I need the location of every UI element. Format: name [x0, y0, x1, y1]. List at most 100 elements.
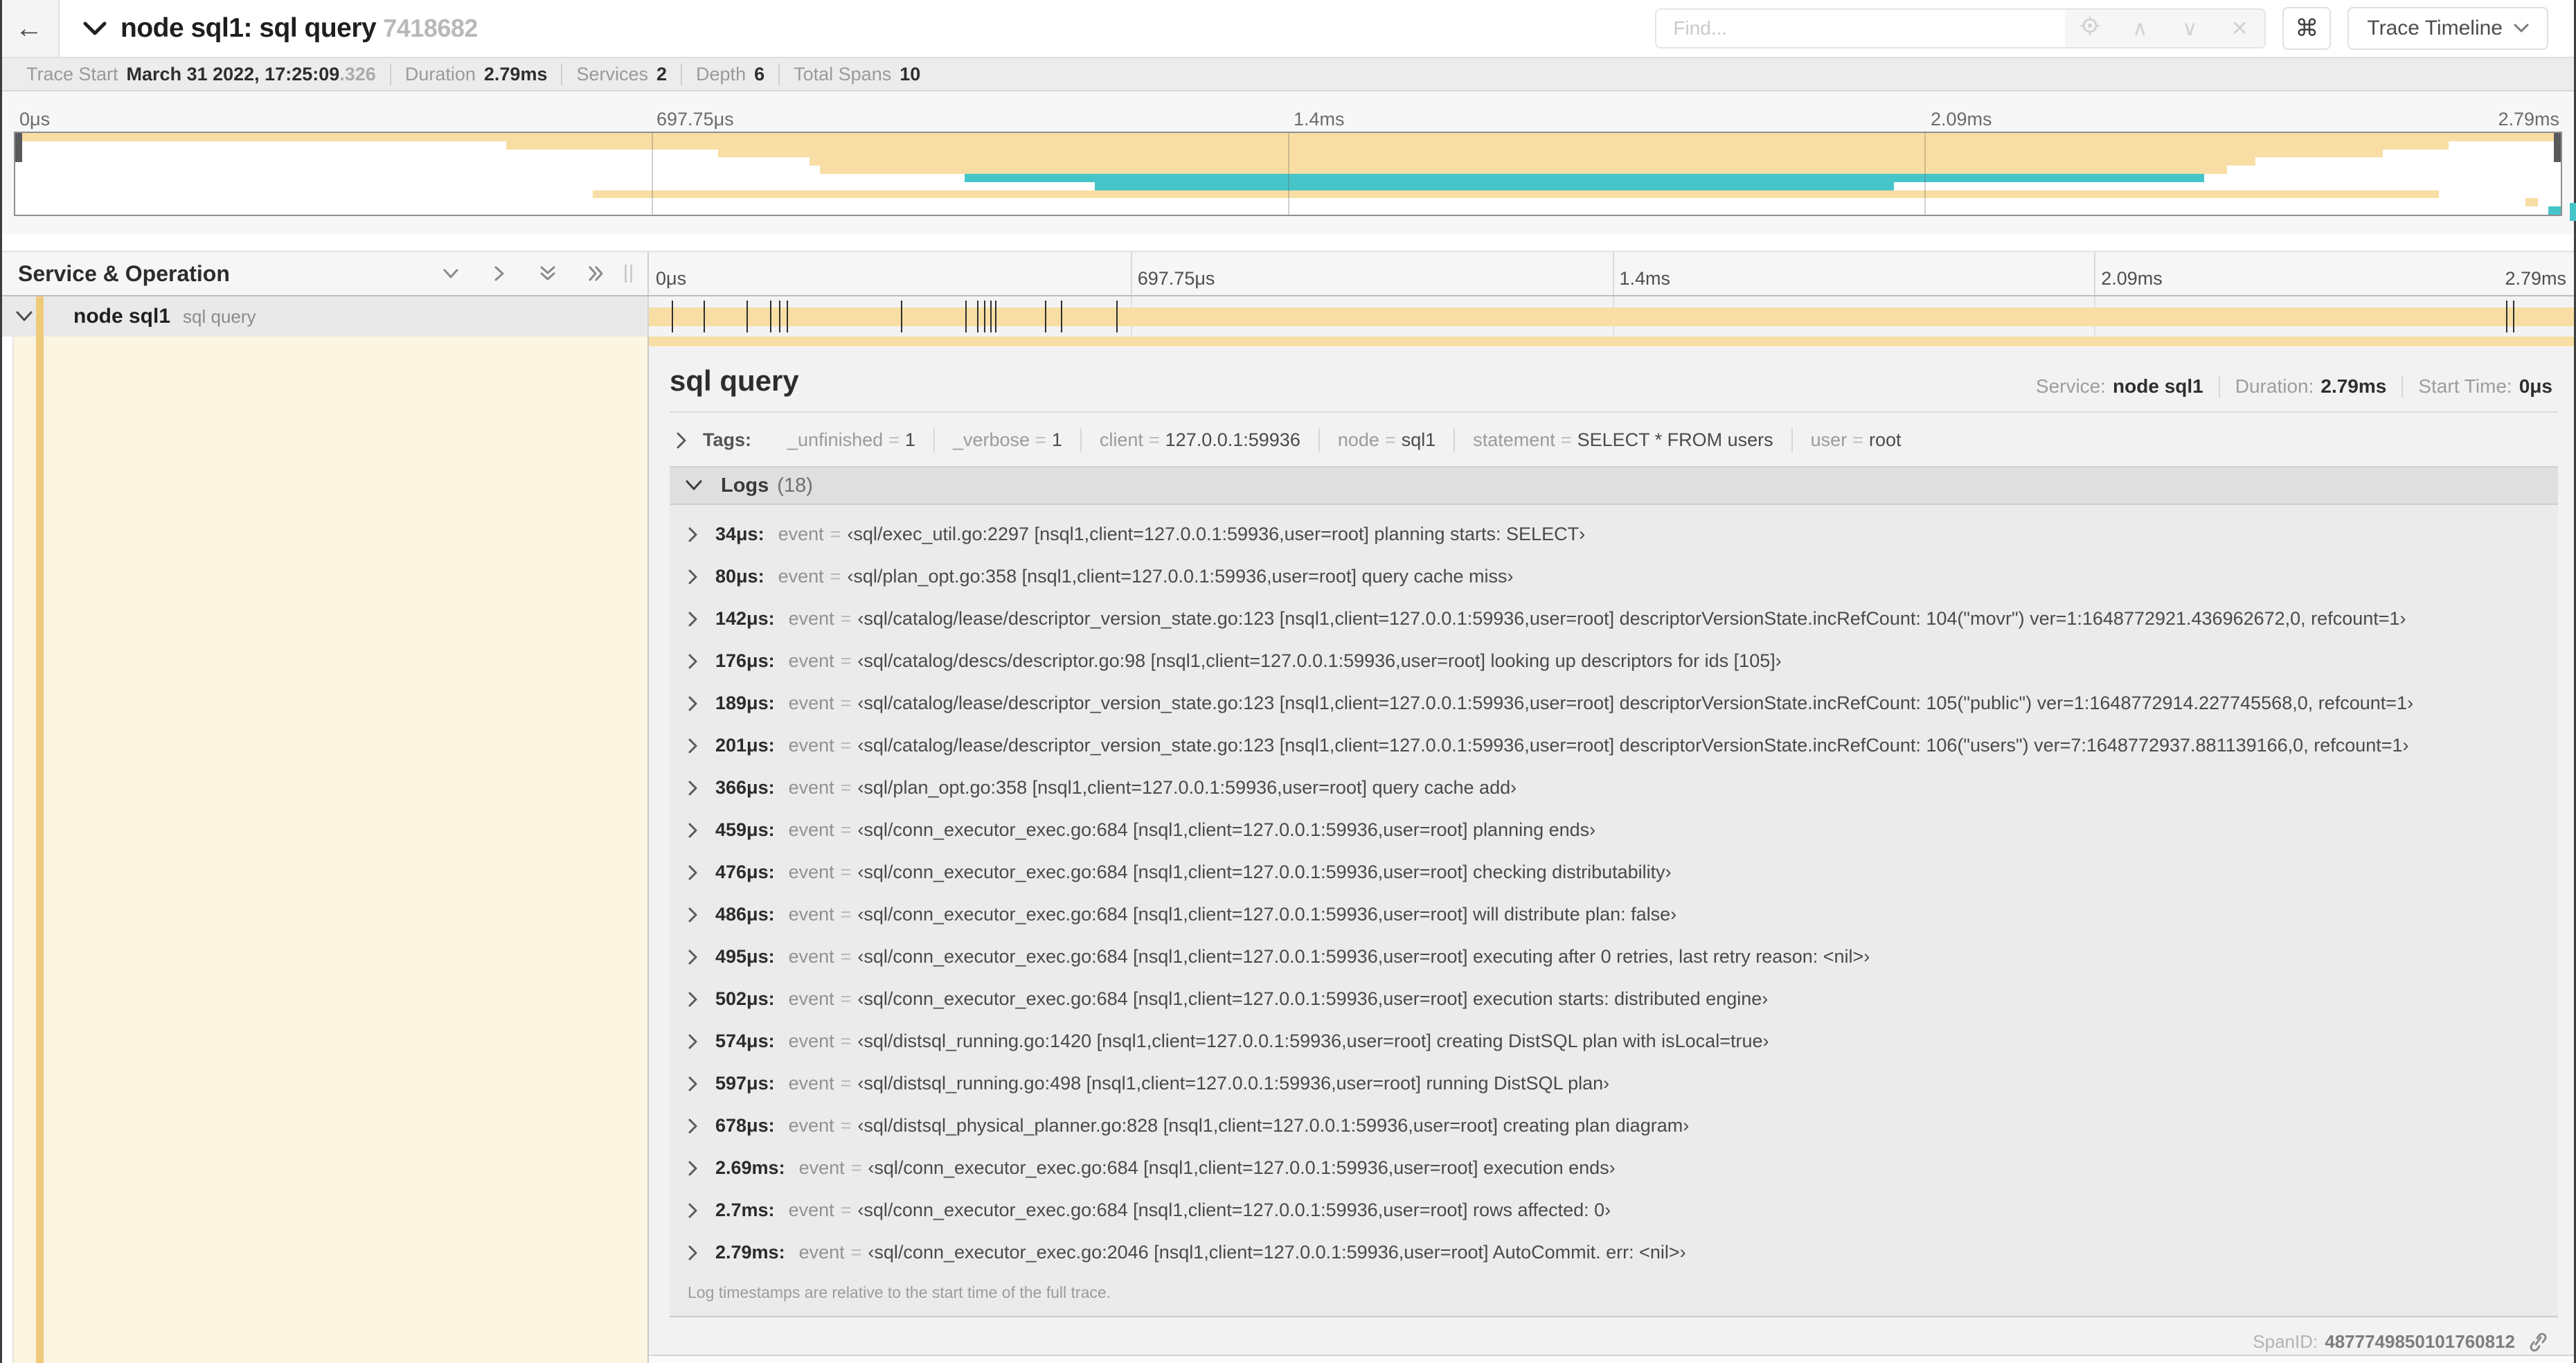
tags-list: _unfinished = 1 _verbose = 1 client = 127.0.0.1:… — [769, 428, 1919, 452]
axis-tick-label: 2.09ms — [1931, 109, 1992, 130]
log-field-value: ‹sql/plan_opt.go:358 [nsql1,client=127.0… — [857, 777, 1517, 798]
expand-all-icon[interactable] — [586, 263, 607, 284]
log-expand-chevron-icon[interactable] — [688, 569, 699, 585]
log-timestamp: 2.69ms: — [715, 1157, 785, 1178]
log-expand-chevron-icon[interactable] — [688, 611, 699, 627]
log-expand-chevron-icon[interactable] — [688, 907, 699, 923]
log-row[interactable]: 2.79ms: event = ‹sql/conn_executor_exec.go:… — [670, 1231, 2558, 1274]
log-expand-chevron-icon[interactable] — [688, 864, 699, 881]
log-expand-chevron-icon[interactable] — [688, 1160, 699, 1177]
minimap-left-scrubber-handle[interactable] — [15, 133, 22, 162]
log-row[interactable]: 34μs: event = ‹sql/exec_util.go:2297 [nsql1… — [670, 513, 2558, 555]
clear-search-icon[interactable]: ✕ — [2226, 17, 2253, 41]
stat-value: 6 — [754, 63, 765, 84]
log-row[interactable]: 486μs: event = ‹sql/conn_executor_exec.go:6… — [670, 893, 2558, 936]
log-expand-chevron-icon[interactable] — [688, 738, 699, 754]
locate-icon[interactable] — [2076, 15, 2104, 42]
log-field-key: event — [788, 904, 834, 925]
tag-item[interactable]: statement = SELECT * FROM users — [1454, 428, 1791, 452]
log-row[interactable]: 476μs: event = ‹sql/conn_executor_exec.go:6… — [670, 851, 2558, 893]
log-event-tick — [703, 301, 705, 332]
tag-value: 127.0.0.1:59936 — [1165, 429, 1300, 450]
log-expand-chevron-icon[interactable] — [688, 780, 699, 796]
back-button[interactable]: ← — [0, 0, 60, 57]
deep-link-icon[interactable] — [2528, 1332, 2548, 1353]
log-expand-chevron-icon[interactable] — [688, 1202, 699, 1219]
log-row[interactable]: 502μs: event = ‹sql/conn_executor_exec.go:6… — [670, 978, 2558, 1020]
log-expand-chevron-icon[interactable] — [688, 526, 699, 543]
log-row[interactable]: 80μs: event = ‹sql/plan_opt.go:358 [nsql1,c… — [670, 555, 2558, 598]
log-row[interactable]: 201μs: event = ‹sql/catalog/lease/descripto… — [670, 724, 2558, 767]
minimap-gridline — [1924, 133, 1926, 215]
next-result-icon[interactable]: ∨ — [2176, 17, 2203, 41]
find-group: ∧ ∨ ✕ — [1655, 8, 2266, 48]
log-event-tick — [2506, 301, 2508, 332]
log-row[interactable]: 189μs: event = ‹sql/catalog/lease/descripto… — [670, 682, 2558, 724]
tag-key: user — [1810, 429, 1848, 450]
log-row[interactable]: 495μs: event = ‹sql/conn_executor_exec.go:6… — [670, 936, 2558, 978]
span-service-name: node sql1 — [73, 305, 171, 328]
equals-sign: = — [1852, 429, 1863, 450]
minimap-span-bar — [809, 157, 2255, 166]
tag-item[interactable]: _unfinished = 1 — [769, 428, 933, 452]
keyboard-shortcuts-button[interactable]: ⌘ — [2282, 7, 2332, 50]
log-row[interactable]: 2.7ms: event = ‹sql/conn_executor_exec.go:6… — [670, 1189, 2558, 1231]
equals-sign: = — [840, 1200, 852, 1220]
log-expand-chevron-icon[interactable] — [688, 1245, 699, 1261]
log-timestamp: 678μs: — [715, 1115, 775, 1136]
log-timestamp: 2.7ms: — [715, 1200, 775, 1220]
log-row[interactable]: 2.69ms: event = ‹sql/conn_executor_exec.go:… — [670, 1147, 2558, 1189]
minimap-right-scrubber-handle[interactable] — [2554, 133, 2561, 162]
tag-item[interactable]: user = root — [1791, 428, 1920, 452]
stat-label: Total Spans — [794, 63, 892, 84]
log-expand-chevron-icon[interactable] — [688, 1118, 699, 1134]
log-expand-chevron-icon[interactable] — [688, 1076, 699, 1092]
trace-view-dropdown[interactable]: Trace Timeline — [2347, 7, 2548, 50]
timeline-ruler: 0μs 697.75μs 1.4ms 2.09ms 2.79ms — [647, 252, 2576, 295]
span-detail-row: sql query Service: node sql1 Duration: 2.79… — [0, 337, 2576, 1363]
log-timestamp: 495μs: — [715, 946, 775, 967]
log-expand-chevron-icon[interactable] — [688, 991, 699, 1008]
prev-result-icon[interactable]: ∧ — [2126, 17, 2154, 41]
log-expand-chevron-icon[interactable] — [688, 695, 699, 712]
tag-item[interactable]: _verbose = 1 — [933, 428, 1080, 452]
tag-item[interactable]: node = sql1 — [1318, 428, 1454, 452]
log-expand-chevron-icon[interactable] — [688, 1033, 699, 1050]
span-collapse-chevron-icon[interactable] — [15, 310, 33, 323]
log-row[interactable]: 176μs: event = ‹sql/catalog/descs/descripto… — [670, 640, 2558, 682]
log-field-key: event — [798, 1242, 845, 1263]
span-detail-panel: sql query Service: node sql1 Duration: 2.79… — [647, 337, 2576, 1363]
span-row-timeline-cell[interactable] — [647, 296, 2576, 337]
log-row[interactable]: 678μs: event = ‹sql/distsql_physical_planne… — [670, 1105, 2558, 1147]
tags-expand-chevron-icon[interactable] — [675, 431, 688, 449]
service-operation-header: Service & Operation — [0, 252, 647, 295]
span-row-node-sql1[interactable]: node sql1 sql query — [0, 296, 2576, 337]
collapse-one-icon[interactable] — [440, 263, 461, 284]
log-row[interactable]: 366μs: event = ‹sql/plan_opt.go:358 [nsql1,… — [670, 767, 2558, 809]
log-timestamp: 80μs: — [715, 566, 764, 587]
find-input[interactable] — [1656, 10, 2066, 47]
column-resizer-grip[interactable] — [625, 265, 632, 283]
log-row[interactable]: 597μs: event = ‹sql/distsql_running.go:498 … — [670, 1062, 2558, 1105]
span-duration-bar[interactable] — [649, 308, 2576, 326]
log-expand-chevron-icon[interactable] — [688, 949, 699, 965]
minimap-canvas[interactable] — [14, 132, 2562, 216]
meta-label: Start Time: — [2418, 375, 2512, 397]
log-event-tick — [671, 301, 673, 332]
collapse-all-icon[interactable] — [537, 263, 558, 284]
tags-row[interactable]: Tags: _unfinished = 1 _verbose = 1 client = 127.… — [670, 413, 2558, 466]
log-row[interactable]: 459μs: event = ‹sql/conn_executor_exec.go:6… — [670, 809, 2558, 851]
log-row[interactable]: 142μs: event = ‹sql/catalog/lease/descripto… — [670, 598, 2558, 640]
span-row-name-cell[interactable]: node sql1 sql query — [0, 296, 647, 337]
tag-item[interactable]: client = 127.0.0.1:59936 — [1080, 428, 1318, 452]
trace-view-label: Trace Timeline — [2367, 17, 2503, 39]
axis-tick-label: 2.79ms — [2498, 109, 2559, 130]
collapse-trace-chevron-icon[interactable] — [83, 20, 107, 37]
expand-one-icon[interactable] — [489, 263, 510, 284]
span-meta-item: Duration: 2.79ms — [2218, 375, 2402, 398]
log-row[interactable]: 574μs: event = ‹sql/distsql_running.go:1420… — [670, 1020, 2558, 1062]
logs-count: (18) — [777, 474, 813, 497]
logs-header[interactable]: Logs (18) — [670, 467, 2558, 505]
log-expand-chevron-icon[interactable] — [688, 653, 699, 670]
log-expand-chevron-icon[interactable] — [688, 822, 699, 839]
